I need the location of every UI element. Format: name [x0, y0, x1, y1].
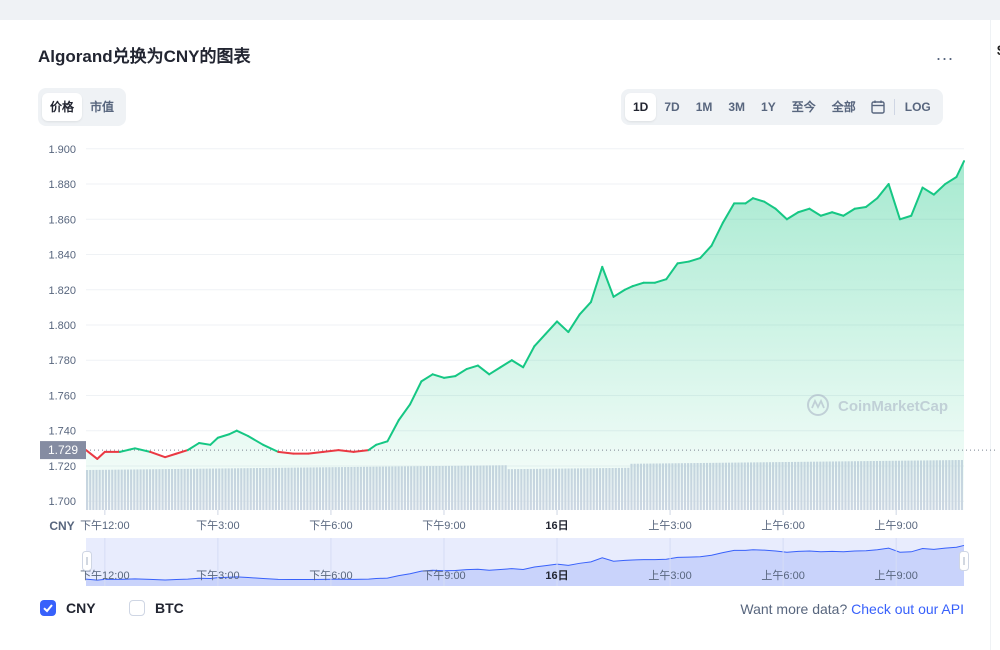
more-data-prompt: Want more data? Check out our API — [740, 601, 964, 617]
range-ytd-button[interactable]: 至今 — [784, 93, 824, 121]
range-7d-button[interactable]: 7D — [656, 93, 687, 121]
tab-market-cap[interactable]: 市值 — [82, 93, 122, 121]
adjacent-panel-edge: $ — [990, 20, 1000, 650]
log-scale-button[interactable]: LOG — [897, 93, 939, 121]
range-all-button[interactable]: 全部 — [824, 93, 864, 121]
more-dots-icon[interactable]: ... — [936, 44, 954, 65]
navigator-left-handle[interactable] — [82, 551, 92, 571]
checkbox-checked-icon[interactable] — [40, 600, 56, 616]
page-top-strip — [0, 0, 1000, 20]
chart-title: Algorand兑换为CNY的图表 — [38, 47, 251, 66]
range-divider — [893, 99, 895, 115]
tab-price[interactable]: 价格 — [42, 93, 83, 121]
range-1d-button[interactable]: 1D — [625, 93, 657, 121]
checkbox-unchecked-icon[interactable] — [129, 600, 145, 616]
calendar-icon[interactable] — [864, 93, 892, 121]
navigator-right-handle[interactable] — [959, 551, 969, 571]
range-1m-button[interactable]: 1M — [688, 93, 721, 121]
more-data-text: Want more data? — [740, 601, 848, 617]
range-1y-button[interactable]: 1Y — [753, 93, 784, 121]
legend-cny[interactable]: CNY — [40, 600, 96, 616]
range-3m-button[interactable]: 3M — [720, 93, 753, 121]
api-link[interactable]: Check out our API — [851, 601, 964, 617]
range-selector: 1D 7D 1M 3M 1Y 至今 全部 LOG — [621, 89, 943, 125]
legend-btc-label: BTC — [155, 600, 184, 616]
legend-cny-label: CNY — [66, 600, 96, 616]
view-toggle: 价格 市值 — [38, 88, 127, 126]
legend-btc[interactable]: BTC — [129, 600, 184, 616]
